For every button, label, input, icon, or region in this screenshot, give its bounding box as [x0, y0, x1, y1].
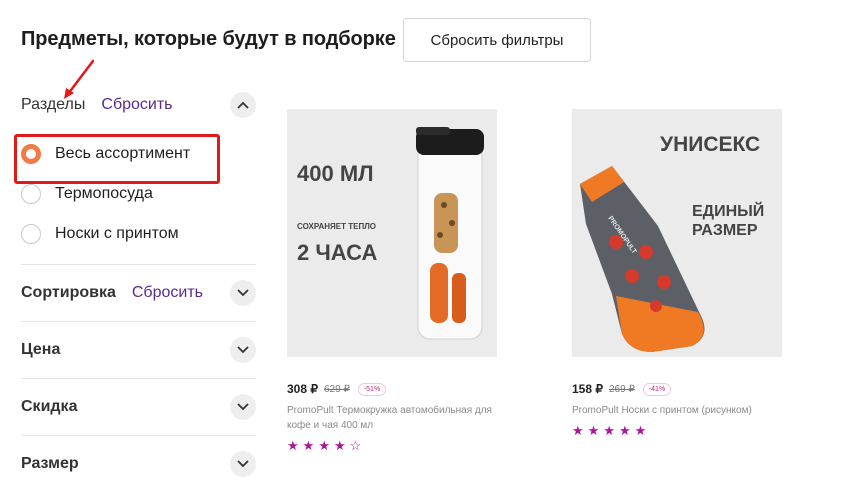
filter-sections-reset-link[interactable]: Сбросить: [101, 96, 172, 114]
image-text-unisex: УНИСЕКС: [660, 133, 761, 156]
product-old-price: 269 ₽: [609, 383, 635, 395]
image-text-hours: 2 ЧАСА: [297, 240, 378, 265]
image-text-keeps: СОХРАНЯЕТ ТЕПЛО: [297, 222, 377, 231]
price-row: 158 ₽ 269 ₽ -41%: [572, 381, 782, 397]
discount-badge: -51%: [357, 382, 387, 396]
radio-label: Носки с принтом: [55, 225, 179, 242]
product-title[interactable]: PromoPult Термокружка автомобильная для …: [287, 403, 497, 433]
product-price: 308 ₽: [287, 382, 318, 396]
star-icon: ★: [603, 423, 615, 438]
price-row: 308 ₽ 629 ₽ -51%: [287, 381, 497, 397]
expand-chevron-down-icon[interactable]: [230, 451, 256, 477]
star-icon: ★: [618, 423, 631, 438]
filter-discount-title: Скидка: [21, 398, 78, 415]
filter-size-section[interactable]: Размер: [21, 435, 256, 484]
product-price: 158 ₽: [572, 382, 603, 396]
filter-discount-section[interactable]: Скидка: [21, 378, 256, 435]
radio-label: Весь ассортимент: [55, 145, 191, 162]
image-text-volume: 400 МЛ: [297, 161, 374, 186]
product-card[interactable]: УНИСЕКС ЕДИНЫЙ РАЗМЕР PROMOPULT 158 ₽ 26…: [572, 109, 782, 438]
radio-unchecked-icon[interactable]: [21, 184, 41, 204]
filter-sort-reset-link[interactable]: Сбросить: [132, 284, 203, 302]
radio-label: Термопосуда: [55, 185, 153, 202]
star-icon: ★: [634, 423, 647, 438]
radio-checked-icon[interactable]: [21, 144, 41, 164]
star-icon: ★: [302, 438, 315, 453]
product-image-thermo-mug[interactable]: 400 МЛ СОХРАНЯЕТ ТЕПЛО 2 ЧАСА: [287, 109, 497, 357]
discount-badge: -41%: [642, 382, 672, 396]
radio-option-all-assortment[interactable]: Весь ассортимент: [21, 134, 256, 174]
expand-chevron-down-icon[interactable]: [230, 394, 256, 420]
filter-sort-section[interactable]: Сортировка Сбросить: [21, 264, 256, 321]
star-icon: ★: [333, 438, 346, 453]
product-old-price: 629 ₽: [324, 383, 350, 395]
star-icon: ★: [318, 438, 330, 453]
page-title: Предметы, которые будут в подборке: [21, 28, 396, 50]
collapse-chevron-up-icon[interactable]: [230, 92, 256, 118]
filter-sections-header: Разделы Сбросить: [21, 88, 256, 122]
radio-option-print-socks[interactable]: Носки с принтом: [21, 214, 256, 254]
reset-filters-button[interactable]: Сбросить фильтры: [403, 18, 591, 62]
filters-panel: Разделы Сбросить Весь ассортимент Термоп…: [14, 88, 256, 484]
radio-unchecked-icon[interactable]: [21, 224, 41, 244]
expand-chevron-down-icon[interactable]: [230, 280, 256, 306]
filter-sort-title: Сортировка: [21, 284, 116, 301]
sections-radio-list: Весь ассортимент Термопосуда Носки с при…: [14, 134, 256, 254]
rating-stars: ★ ★ ★ ★ ★: [572, 424, 782, 438]
filter-price-title: Цена: [21, 341, 61, 358]
product-title[interactable]: PromoPult Носки с принтом (рисунком): [572, 403, 782, 418]
star-icon: ★: [587, 423, 600, 438]
star-icon: ★: [287, 438, 299, 453]
radio-option-thermo-dishes[interactable]: Термопосуда: [21, 174, 256, 214]
filter-sections-title: Разделы: [21, 96, 86, 113]
expand-chevron-down-icon[interactable]: [230, 337, 256, 363]
rating-stars: ★ ★ ★ ★ ☆: [287, 439, 497, 453]
product-image-socks[interactable]: УНИСЕКС ЕДИНЫЙ РАЗМЕР PROMOPULT: [572, 109, 782, 357]
star-icon: ★: [572, 423, 584, 438]
socks-picture: PROMOPULT: [580, 166, 705, 352]
product-card[interactable]: 400 МЛ СОХРАНЯЕТ ТЕПЛО 2 ЧАСА 308 ₽ 629 …: [287, 109, 497, 453]
filter-size-title: Размер: [21, 455, 79, 472]
filter-price-section[interactable]: Цена: [21, 321, 256, 378]
thermo-mug-picture: [416, 127, 484, 340]
star-outline-icon: ☆: [349, 438, 362, 453]
